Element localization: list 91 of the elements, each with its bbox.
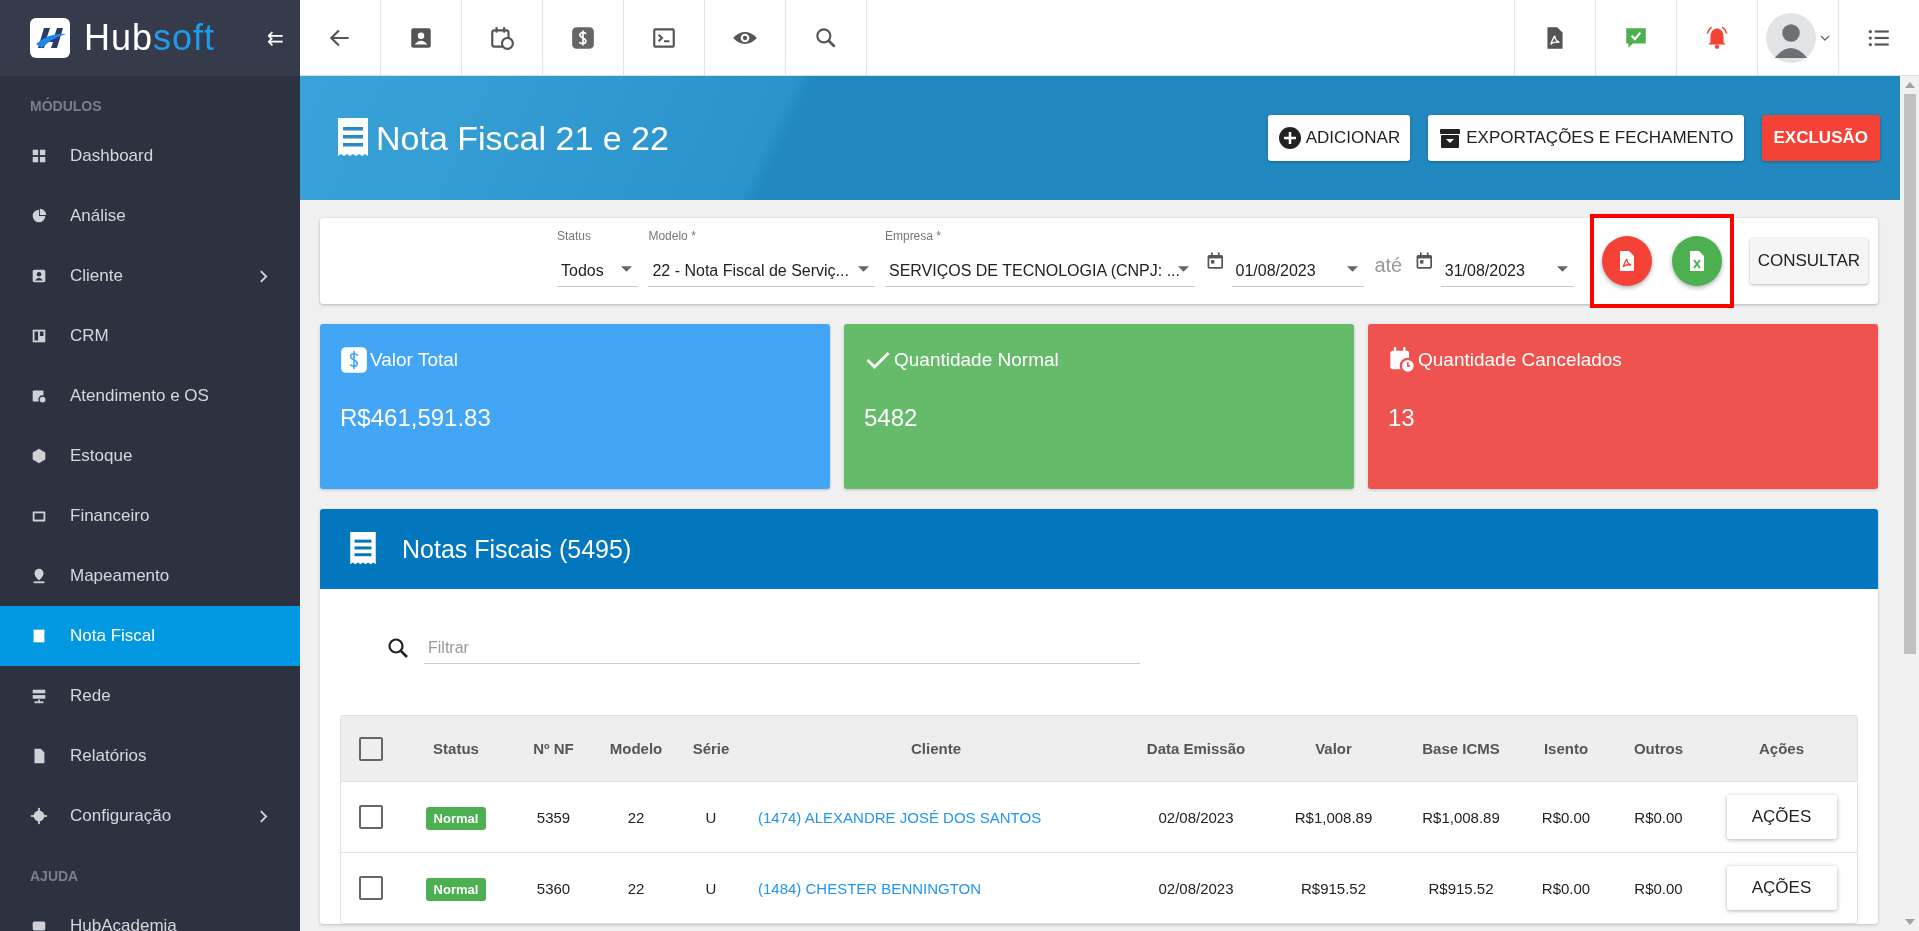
board-icon <box>30 327 48 345</box>
table-cell-text: R$0.00 <box>1633 808 1684 826</box>
actions-button[interactable]: AÇÕES <box>1726 866 1837 910</box>
plus-circle-icon <box>1277 126 1302 150</box>
stat-value: 13 <box>1388 404 1416 432</box>
box-icon <box>30 447 48 465</box>
dollar-icon <box>340 346 368 374</box>
table-cell-text: R$0.00 <box>1540 808 1592 826</box>
dropdown-arrow-icon <box>621 266 633 272</box>
logo-icon <box>30 18 70 58</box>
date-separator: até <box>1374 252 1403 277</box>
table-cell-text: 02/08/2023 <box>1157 808 1235 826</box>
sidebar-item[interactable]: CRM <box>0 306 300 366</box>
table-cell-text: 02/08/2023 <box>1157 879 1235 897</box>
actions-button[interactable]: AÇÕES <box>1726 795 1837 839</box>
add-button[interactable]: ADICIONAR <box>1267 115 1411 161</box>
sidebar-item[interactable]: Estoque <box>0 426 300 486</box>
calendar-clock-icon <box>1388 346 1416 374</box>
table-cell-text: R$915.52 <box>1299 879 1368 897</box>
dropdown-arrow-icon <box>857 266 869 272</box>
stat-title: Quantidade Cancelados <box>1418 349 1622 371</box>
calendar-clock-icon <box>489 24 515 51</box>
dropdown-arrow-icon <box>1556 266 1568 272</box>
column-header: Série <box>691 740 731 757</box>
export-excel-button[interactable] <box>1671 236 1722 286</box>
chevron-icon <box>259 809 268 823</box>
stat-value: R$461,591.83 <box>340 404 492 432</box>
column-header: Isento <box>1542 740 1590 757</box>
avatar-icon <box>1766 12 1816 63</box>
table-cell-text: U <box>704 879 718 897</box>
table-cell-text: 22 <box>626 808 646 826</box>
collapse-button[interactable]: ⇇ <box>267 26 284 50</box>
table-cell-text: R$1,008.89 <box>1293 808 1374 826</box>
sidebar-item[interactable]: Atendimento e OS <box>0 366 300 426</box>
dropdown-arrow-icon <box>1347 266 1359 272</box>
column-header: Data Emissão <box>1145 740 1247 757</box>
grid-icon <box>30 147 48 165</box>
stat-value: 5482 <box>864 404 919 432</box>
status-badge: Normal <box>425 877 487 901</box>
sidebar-item[interactable]: Financeiro <box>0 486 300 546</box>
row-checkbox[interactable] <box>359 876 383 900</box>
sidebar-item[interactable]: Dashboard <box>0 126 300 186</box>
table-cell-text: R$0.00 <box>1633 879 1684 897</box>
section-title: MÓDULOS <box>29 96 103 116</box>
caret-icon <box>1820 34 1830 41</box>
export-button[interactable]: EXPORTAÇÕES E FECHAMENTO <box>1428 115 1744 161</box>
end-date-field[interactable]: 31/08/2023 <box>1440 235 1574 287</box>
column-header: Nº NF <box>532 740 575 757</box>
start-date-field[interactable]: 01/08/2023 <box>1231 235 1365 287</box>
sidebar-item[interactable]: Relatórios <box>0 726 300 786</box>
column-header: Modelo <box>608 740 664 757</box>
archive-icon <box>1438 126 1463 150</box>
contact-icon <box>30 267 48 285</box>
column-header: Valor <box>1314 740 1353 757</box>
stat-title: Valor Total <box>370 349 458 371</box>
dropdown-arrow-icon <box>1177 266 1189 272</box>
table-cell-text: R$0.00 <box>1540 879 1592 897</box>
sidebar-item[interactable]: Cliente <box>0 246 300 306</box>
table-cell-text: 5360 <box>535 879 572 897</box>
table-panel-title: Notas Fiscais (5495) <box>402 534 632 564</box>
table-cell-text: U <box>704 808 718 826</box>
logo-text: Hubsoft <box>84 17 216 59</box>
sidebar-item[interactable]: Mapeamento <box>0 546 300 606</box>
select-all-checkbox[interactable] <box>359 736 383 761</box>
sidebar-item[interactable]: Configuração <box>0 786 300 846</box>
page-title: Nota Fiscal 21 e 22 <box>376 118 669 158</box>
column-header: Base ICMS <box>1421 740 1501 757</box>
column-header: Ações <box>1758 740 1805 757</box>
chevron-icon <box>259 269 268 283</box>
section-title: AJUDA <box>29 867 80 886</box>
pie-icon <box>30 207 48 225</box>
table-cell-text: 5359 <box>535 808 572 826</box>
search-icon <box>386 636 410 660</box>
consultar-button[interactable]: CONSULTAR <box>1749 238 1868 284</box>
column-header: Outros <box>1632 740 1685 757</box>
sidebar-item[interactable]: HubAcademia <box>0 896 300 931</box>
sidebar-item[interactable]: Rede <box>0 666 300 726</box>
server-icon <box>30 687 48 705</box>
column-header: Cliente <box>910 740 962 757</box>
sidebar-item[interactable]: Análise <box>0 186 300 246</box>
status-badge: Normal <box>425 806 487 830</box>
bell-icon <box>1704 24 1730 51</box>
table-cell-text: R$1,008.89 <box>1421 808 1501 826</box>
danger-button[interactable]: EXCLUSÃO <box>1761 115 1880 161</box>
export-pdf-button[interactable] <box>1601 236 1652 286</box>
table-cell-text: R$915.52 <box>1427 879 1495 897</box>
stat-title: Quantidade Normal <box>894 349 1059 371</box>
row-checkbox[interactable] <box>359 805 383 829</box>
table-cell-text: 22 <box>626 879 646 897</box>
column-header: Status <box>432 740 480 757</box>
dollar-icon <box>570 24 596 51</box>
